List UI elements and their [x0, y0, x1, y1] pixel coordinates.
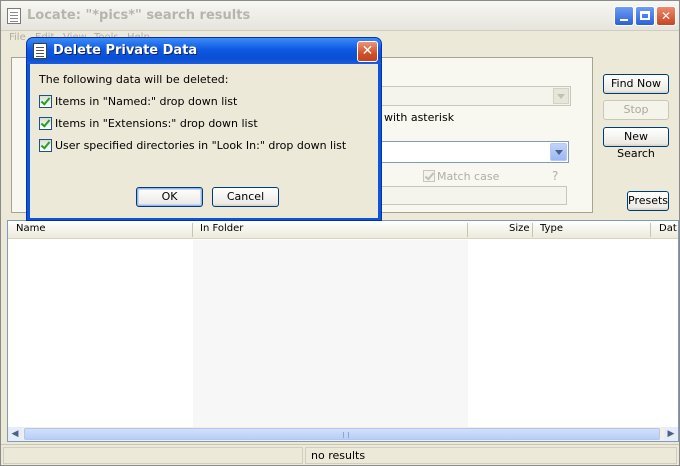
scrollbar-thumb[interactable]: [24, 428, 660, 440]
in-folder-column-shading: [193, 240, 468, 428]
status-text: no results: [305, 447, 677, 464]
named-combo[interactable]: [381, 86, 571, 106]
close-icon: ✕: [361, 43, 374, 59]
checkbox-box[interactable]: [39, 117, 52, 130]
text-field[interactable]: [381, 186, 567, 205]
main-window-title: Locate: "*pics*" search results: [27, 8, 251, 23]
maximize-icon: [640, 11, 650, 20]
close-button[interactable]: ✕: [656, 6, 676, 26]
minimize-button[interactable]: [614, 6, 634, 26]
column-type[interactable]: Type: [540, 223, 563, 234]
dialog-body: The following data will be deleted: Item…: [30, 64, 378, 218]
maximize-button[interactable]: [635, 6, 655, 26]
checkbox-box[interactable]: [423, 170, 435, 182]
chevron-down-icon[interactable]: [553, 88, 569, 104]
match-case-label: Match case: [437, 170, 500, 183]
checkbox-label: Items in "Named:" drop down list: [55, 95, 238, 108]
document-icon: [7, 8, 21, 24]
dialog-close-button[interactable]: ✕: [357, 41, 378, 62]
checkbox-box[interactable]: [39, 95, 52, 108]
column-divider[interactable]: [192, 223, 193, 237]
close-icon: ✕: [660, 9, 672, 23]
menu-file[interactable]: File: [9, 32, 26, 43]
results-list[interactable]: Name In Folder Size Type Dat ◀ ▶: [7, 220, 679, 442]
chevron-down-icon[interactable]: [550, 143, 567, 161]
dialog-title-bar[interactable]: Delete Private Data ✕: [27, 38, 381, 64]
column-header: Name In Folder Size Type Dat: [8, 221, 678, 239]
dialog-intro-text: The following data will be deleted:: [39, 73, 229, 86]
find-now-button[interactable]: Find Now: [603, 74, 669, 94]
status-bar: no results: [1, 444, 679, 465]
stop-button[interactable]: Stop: [603, 100, 669, 120]
minimize-icon: [620, 19, 628, 21]
cancel-button[interactable]: Cancel: [212, 187, 279, 207]
new-search-button[interactable]: New Search: [603, 127, 669, 160]
scroll-right-icon[interactable]: ▶: [664, 427, 678, 441]
checkbox-label: User specified directories in "Look In:"…: [55, 139, 347, 152]
match-case-checkbox[interactable]: Match case: [423, 170, 533, 184]
column-divider[interactable]: [467, 223, 468, 237]
scroll-left-icon[interactable]: ◀: [8, 427, 22, 441]
column-date[interactable]: Dat: [659, 223, 677, 234]
column-divider[interactable]: [650, 223, 651, 237]
ok-button[interactable]: OK: [136, 187, 203, 207]
presets-button[interactable]: Presets: [627, 191, 669, 211]
column-name[interactable]: Name: [16, 223, 46, 234]
delete-private-data-dialog: Delete Private Data ✕ The following data…: [26, 37, 382, 221]
column-divider[interactable]: [532, 223, 533, 237]
look-in-combo[interactable]: [381, 141, 569, 163]
column-in-folder[interactable]: In Folder: [200, 223, 243, 234]
dialog-title: Delete Private Data: [53, 43, 198, 58]
horizontal-scrollbar[interactable]: ◀ ▶: [8, 427, 678, 441]
document-icon: [33, 43, 47, 59]
checkbox-box[interactable]: [39, 139, 52, 152]
checkbox-label: Items in "Extensions:" drop down list: [55, 117, 258, 130]
status-cell-left: [3, 447, 303, 464]
column-size[interactable]: Size: [509, 223, 530, 234]
main-title-bar[interactable]: Locate: "*pics*" search results ✕: [1, 1, 679, 31]
help-icon[interactable]: ?: [552, 169, 558, 183]
asterisk-option-label: with asterisk: [384, 111, 455, 124]
